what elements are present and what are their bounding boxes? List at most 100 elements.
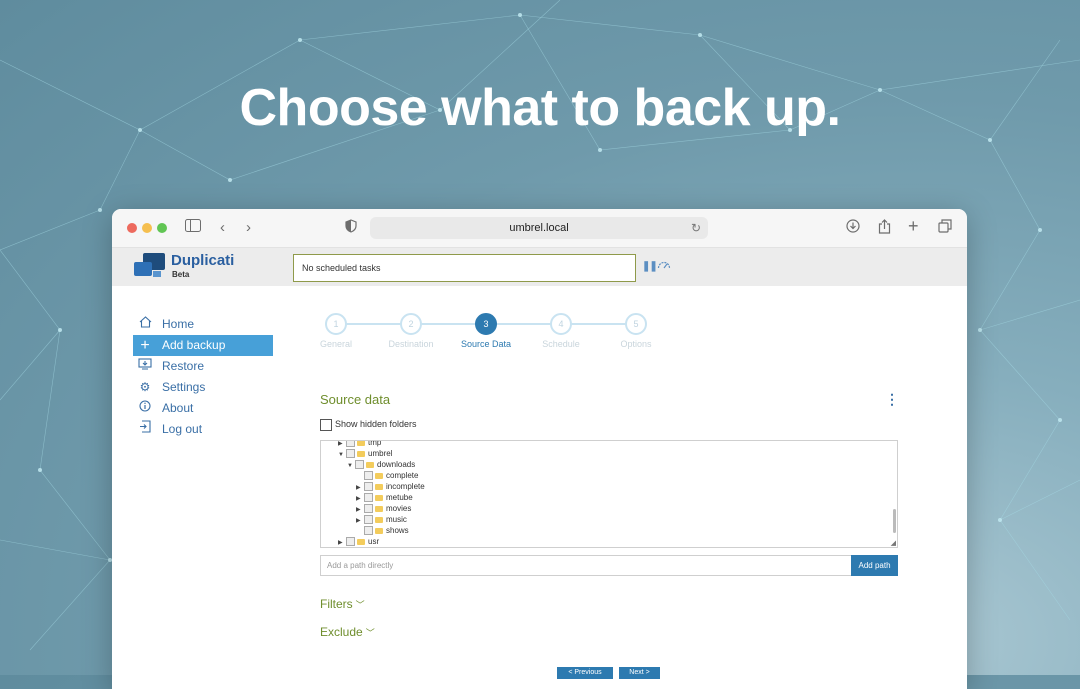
collapse-arrow-icon[interactable]: ▼ [347, 461, 355, 472]
forward-arrow-icon[interactable]: › [246, 219, 251, 237]
more-options-icon[interactable]: ⋮ [885, 391, 899, 408]
sidebar-item-home[interactable]: Home [133, 314, 273, 335]
tree-row-metube[interactable]: ▶ metube [356, 492, 413, 503]
show-hidden-checkbox[interactable] [320, 418, 332, 431]
exclude-label: Exclude [320, 625, 363, 639]
sidebar-item-settings[interactable]: ⚙ Settings [133, 377, 273, 398]
new-tab-icon[interactable]: + [908, 217, 919, 235]
throttle-icon[interactable] [657, 260, 671, 272]
share-icon[interactable] [878, 219, 891, 239]
sidebar-item-label: Log out [162, 422, 203, 436]
tree-checkbox[interactable] [364, 515, 373, 525]
folder-icon [375, 505, 383, 512]
address-bar[interactable]: umbrel.local ↻ [370, 217, 708, 239]
logout-icon [137, 419, 153, 440]
step-general[interactable]: 1 General [299, 313, 373, 349]
folder-name: usr [368, 537, 380, 546]
tree-checkbox[interactable] [355, 460, 364, 470]
sidebar-item-label: Restore [162, 359, 205, 373]
sidebar-nav: Home + Add backup Restore ⚙ Settings Abo… [133, 314, 273, 440]
tree-checkbox[interactable] [364, 471, 373, 481]
previous-button[interactable]: < Previous [557, 667, 613, 679]
sidebar-item-restore[interactable]: Restore [133, 356, 273, 377]
collapse-arrow-icon[interactable]: ▼ [338, 450, 346, 461]
folder-icon [366, 461, 374, 468]
next-button[interactable]: Next > [619, 667, 660, 679]
tree-row-downloads[interactable]: ▼ downloads [347, 459, 415, 470]
close-window-button[interactable] [127, 223, 137, 233]
tree-checkbox[interactable] [364, 482, 373, 492]
zoom-window-button[interactable] [157, 223, 167, 233]
tree-row-movies[interactable]: ▶ movies [356, 503, 411, 514]
sidebar-item-label: Home [162, 317, 195, 331]
folder-name: tmp [368, 440, 382, 447]
step-number: 3 [475, 313, 497, 335]
brand-name[interactable]: Duplicati [171, 252, 234, 269]
status-bar: No scheduled tasks [293, 254, 636, 282]
step-source-data[interactable]: 3 Source Data [449, 313, 523, 349]
reload-icon[interactable]: ↻ [691, 217, 701, 239]
step-options[interactable]: 5 Options [599, 313, 673, 349]
download-icon[interactable] [846, 219, 860, 238]
expand-arrow-icon[interactable]: ▶ [338, 538, 346, 547]
folder-icon [375, 527, 383, 534]
sidebar-item-label: Add backup [162, 338, 226, 352]
tree-scrollbar[interactable] [893, 509, 896, 533]
filters-label: Filters [320, 597, 353, 611]
tree-row-usr[interactable]: ▶ usr [338, 536, 379, 547]
resize-handle-icon[interactable]: ◢ [891, 539, 896, 547]
tree-checkbox[interactable] [346, 441, 355, 448]
chevron-down-icon: ﹀ [355, 600, 365, 610]
tree-row-tmp[interactable]: ▶ tmp [338, 440, 382, 448]
minimize-window-button[interactable] [142, 223, 152, 233]
step-destination[interactable]: 2 Destination [374, 313, 448, 349]
folder-icon [375, 516, 383, 523]
sidebar-item-logout[interactable]: Log out [133, 419, 273, 440]
exclude-toggle[interactable]: Exclude ﹀ [320, 625, 375, 639]
add-path-button[interactable]: Add path [851, 555, 898, 576]
step-label: General [319, 339, 353, 349]
sidebar-item-label: About [162, 401, 194, 415]
step-number: 4 [550, 313, 572, 335]
info-icon [137, 398, 153, 419]
restore-icon [137, 356, 153, 377]
wizard-steps: 1 General 2 Destination 3 Source Data 4 … [320, 313, 670, 353]
show-hidden-folders[interactable]: Show hidden folders [320, 418, 417, 431]
show-hidden-label: Show hidden folders [335, 419, 417, 429]
section-title: Source data [320, 392, 391, 407]
filters-toggle[interactable]: Filters ﹀ [320, 597, 365, 611]
sidebar-item-about[interactable]: About [133, 398, 273, 419]
step-number: 5 [625, 313, 647, 335]
folder-name: shows [386, 526, 409, 535]
pause-icon[interactable]: ❚❚ [642, 261, 658, 272]
tabs-overview-icon[interactable] [938, 219, 952, 238]
chevron-down-icon: ﹀ [365, 628, 375, 638]
step-label: Source Data [460, 339, 512, 349]
tree-row-complete[interactable]: complete [356, 470, 418, 481]
folder-tree[interactable]: ▶ tmp ▼ umbrel ▼ downloads complete ▶ incomp… [320, 440, 898, 548]
tree-checkbox[interactable] [364, 493, 373, 503]
headline: Choose what to back up. [239, 79, 842, 137]
folder-name: complete [386, 471, 419, 480]
tree-row-umbrel[interactable]: ▼ umbrel [338, 448, 392, 459]
path-input[interactable]: Add a path directly [320, 555, 852, 576]
tree-checkbox[interactable] [346, 537, 355, 547]
shield-icon[interactable] [345, 219, 357, 238]
sidebar-toggle-icon[interactable] [185, 219, 201, 237]
gear-icon: ⚙ [139, 380, 151, 394]
step-label: Options [620, 339, 652, 349]
tree-checkbox[interactable] [346, 449, 355, 459]
step-schedule[interactable]: 4 Schedule [524, 313, 598, 349]
tree-row-shows[interactable]: shows [356, 525, 409, 536]
url-text: umbrel.local [509, 222, 569, 234]
folder-name: movies [386, 504, 412, 513]
back-arrow-icon[interactable]: ‹ [220, 219, 225, 237]
tree-checkbox[interactable] [364, 526, 373, 536]
sidebar-item-add-backup[interactable]: + Add backup [133, 335, 273, 356]
tree-row-music[interactable]: ▶ music [356, 514, 407, 525]
folder-icon [357, 538, 365, 545]
tree-row-incomplete[interactable]: ▶ incomplete [356, 481, 425, 492]
folder-icon [357, 450, 365, 457]
tree-checkbox[interactable] [364, 504, 373, 514]
app-header: Duplicati Beta No scheduled tasks ❚❚ [112, 248, 967, 286]
